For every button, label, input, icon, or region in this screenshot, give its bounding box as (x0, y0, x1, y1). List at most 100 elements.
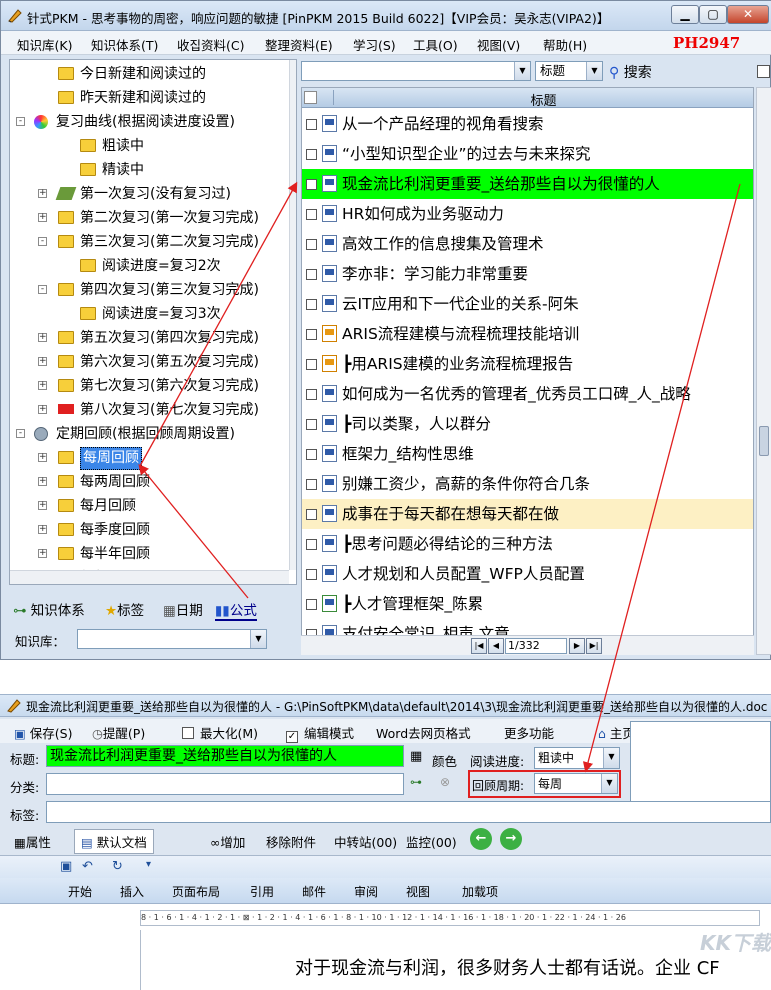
tree-horizontal-scrollbar[interactable] (10, 570, 289, 584)
tree-vertical-scrollbar[interactable] (289, 60, 296, 570)
tree-node[interactable]: + 第五次复习(第四次复习完成) (10, 326, 296, 350)
row-checkbox[interactable] (306, 299, 317, 310)
tree-node[interactable]: - 第四次复习(第三次复习完成) (10, 278, 296, 302)
ribbon-tab-review[interactable]: 审阅 (354, 883, 378, 900)
tree-node[interactable]: 精读中 (10, 158, 296, 182)
collapse-icon[interactable]: - (16, 117, 25, 126)
chevron-down-icon[interactable]: ▼ (586, 62, 602, 80)
row-checkbox[interactable] (306, 239, 317, 250)
add-attachment-button[interactable]: ∞增加 (210, 832, 245, 851)
list-item[interactable]: 高效工作的信息搜集及管理术 (302, 229, 753, 259)
ribbon-tab-layout[interactable]: 页面布局 (172, 883, 220, 900)
remind-button[interactable]: ◷提醒(P) (92, 723, 145, 742)
expand-icon[interactable]: + (38, 525, 47, 534)
monitor[interactable]: 监控(00) (406, 832, 457, 851)
tree-node[interactable]: + 第七次复习(第六次复习完成) (10, 374, 296, 398)
collapse-icon[interactable]: - (16, 429, 25, 438)
clear-icon[interactable]: ⊗ (440, 775, 450, 789)
expand-icon[interactable]: + (38, 501, 47, 510)
tree-node[interactable]: + 每两周回顾 (10, 470, 296, 494)
transfer-station[interactable]: 中转站(00) (334, 832, 397, 851)
list-vertical-scrollbar[interactable] (756, 87, 771, 655)
first-page-button[interactable]: |◀ (471, 638, 487, 654)
next-page-button[interactable]: ▶ (569, 638, 585, 654)
expand-icon[interactable]: + (38, 189, 47, 198)
tree-node[interactable]: 昨天新建和阅读过的 (10, 86, 296, 110)
row-checkbox[interactable] (306, 389, 317, 400)
close-button[interactable]: ✕ (727, 5, 769, 24)
expand-icon[interactable]: + (38, 357, 47, 366)
tree-node[interactable]: 今日新建和阅读过的 (10, 62, 296, 86)
save-button[interactable]: ▣ 保存(S) (14, 723, 73, 742)
customize-icon[interactable]: ▾ (146, 859, 151, 870)
save-icon[interactable]: ▣ (60, 859, 72, 874)
title-field[interactable]: 现金流比利润更重要_送给那些自以为很懂的人 (46, 745, 404, 767)
tree-node[interactable]: - 复习曲线(根据阅读进度设置) (10, 110, 296, 134)
tree-node[interactable]: - 定期回顾(根据回顾周期设置) (10, 422, 296, 446)
list-item[interactable]: ┣人才管理框架_陈累 (302, 589, 753, 619)
list-item[interactable]: 人才规划和人员配置_WFP人员配置 (302, 559, 753, 589)
forward-arrow-icon[interactable]: → (500, 828, 522, 850)
search-field-select[interactable]: 标题 ▼ (535, 61, 603, 81)
chevron-down-icon[interactable]: ▼ (250, 630, 266, 648)
expand-icon[interactable]: + (38, 405, 47, 414)
expand-icon[interactable]: + (38, 333, 47, 342)
search-button[interactable]: ⚲ 搜索 (609, 62, 652, 82)
expand-icon[interactable]: + (38, 477, 47, 486)
document-page[interactable]: 对于现金流与利润，很多财务人士都有话说。企业 CF (140, 930, 771, 990)
row-checkbox[interactable] (306, 509, 317, 520)
title-column-header[interactable]: 标题 (336, 90, 751, 109)
list-item[interactable]: HR如何成为业务驱动力 (302, 199, 753, 229)
maximize-checkbox[interactable]: 最大化(M) (182, 723, 258, 742)
tree-icon[interactable]: ⊶ (410, 775, 422, 789)
menu-tools[interactable]: 工具(O) (413, 35, 458, 54)
row-checkbox[interactable] (306, 599, 317, 610)
list-item[interactable]: 如何成为一名优秀的管理者_优秀员工口碑_人_战略 (302, 379, 753, 409)
knowledge-tree[interactable]: 今日新建和阅读过的 昨天新建和阅读过的 - 复习曲线(根据阅读进度设置) 粗读中 精读中 +… (9, 59, 297, 585)
expand-icon[interactable]: + (38, 213, 47, 222)
kb-select[interactable]: ▼ (77, 629, 267, 649)
cycle-select[interactable]: 每周 ▼ (534, 773, 618, 794)
palette-icon[interactable]: ▦ (410, 749, 422, 764)
list-item[interactable]: 别嫌工资少，高薪的条件你符合几条 (302, 469, 753, 499)
chevron-down-icon[interactable]: ▼ (514, 62, 530, 80)
ruler[interactable]: 8 · 1 · 6 · 1 · 4 · 1 · 2 · 1 · ⊠ · 1 · … (140, 910, 760, 926)
menu-view[interactable]: 视图(V) (477, 35, 520, 54)
expand-icon[interactable]: + (38, 453, 47, 462)
chevron-down-icon[interactable]: ▼ (601, 774, 617, 793)
prev-page-button[interactable]: ◀ (488, 638, 504, 654)
list-item[interactable]: ┣用ARIS建模的业务流程梳理报告 (302, 349, 753, 379)
scroll-thumb[interactable] (759, 426, 769, 456)
ribbon-tab-references[interactable]: 引用 (250, 883, 274, 900)
row-checkbox[interactable] (306, 449, 317, 460)
menu-knowledge-system[interactable]: 知识体系(T) (91, 35, 158, 54)
tree-node[interactable]: + 第一次复习(没有复习过) (10, 182, 296, 206)
tab-date[interactable]: ▦日期 (163, 599, 203, 619)
tree-node[interactable]: + 第二次复习(第一次复习完成) (10, 206, 296, 230)
list-item[interactable]: “小型知识型企业”的过去与未来探究 (302, 139, 753, 169)
list-item[interactable]: ┣司以类聚，人以群分 (302, 409, 753, 439)
ribbon-tab-view[interactable]: 视图 (406, 883, 430, 900)
search-input[interactable]: ▼ (301, 61, 531, 81)
list-item[interactable]: 成事在于每天都在想每天都在做 (302, 499, 753, 529)
collapse-icon[interactable]: - (38, 285, 47, 294)
select-all-checkbox[interactable] (304, 91, 317, 104)
tab-properties[interactable]: ▦属性 (14, 832, 51, 851)
minimize-button[interactable]: ▁ (671, 5, 699, 24)
list-item[interactable]: 李亦非：学习能力非常重要 (302, 259, 753, 289)
row-checkbox[interactable] (306, 539, 317, 550)
tree-node[interactable]: + 每季度回顾 (10, 518, 296, 542)
tree-node[interactable]: + 每月回顾 (10, 494, 296, 518)
tab-knowledge-system[interactable]: ⊶ 知识体系 (13, 599, 85, 619)
tree-node[interactable]: + 第八次复习(第七次复习完成) (10, 398, 296, 422)
tree-node[interactable]: + 每周回顾 (10, 446, 296, 470)
progress-select[interactable]: 粗读中 ▼ (534, 747, 620, 769)
row-checkbox[interactable] (306, 179, 317, 190)
redo-icon[interactable]: ↻ (112, 859, 123, 874)
remove-attachment-button[interactable]: 移除附件 (266, 832, 316, 851)
row-checkbox[interactable] (306, 419, 317, 430)
tree-node[interactable]: 阅读进度=复习2次 (10, 254, 296, 278)
document-list[interactable]: 标题 从一个产品经理的视角看搜索 “小型知识型企业”的过去与未来探究 现金流比利润更… (301, 87, 754, 655)
type-column-header[interactable] (320, 90, 334, 105)
ribbon-tab-mailings[interactable]: 邮件 (302, 883, 326, 900)
